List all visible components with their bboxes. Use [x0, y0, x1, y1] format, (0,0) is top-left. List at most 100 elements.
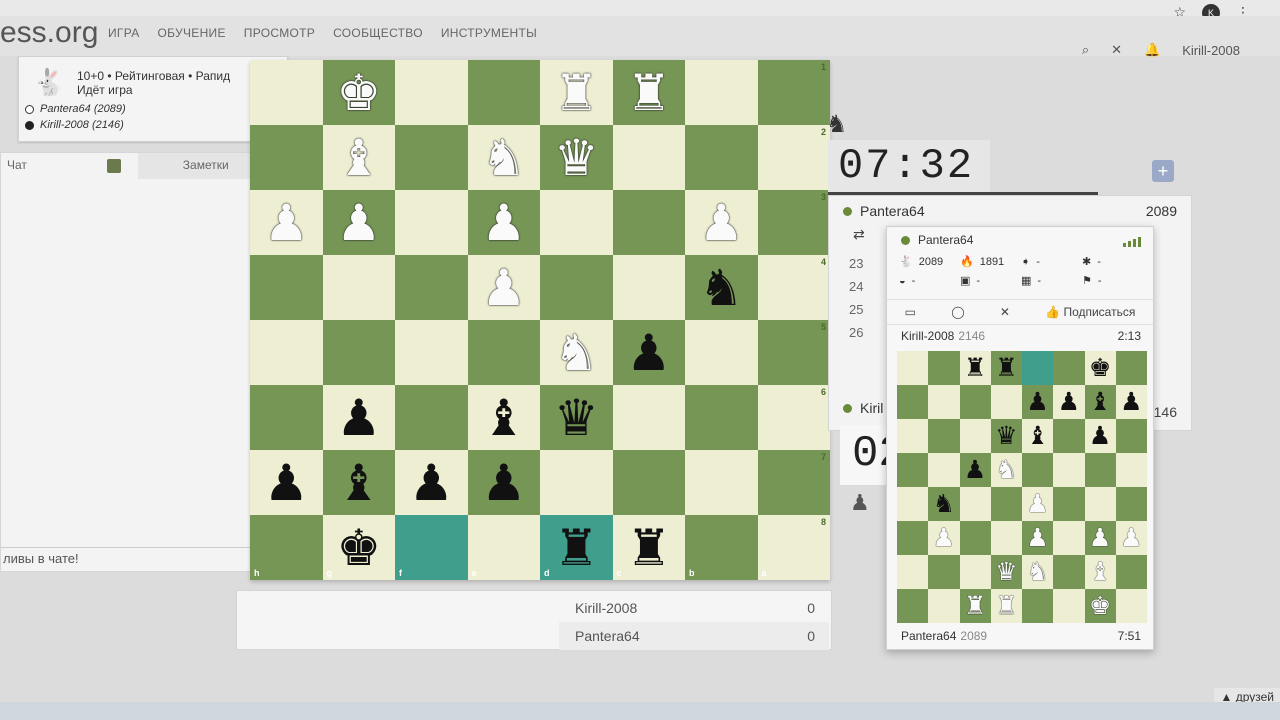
board-square[interactable]: [322, 255, 395, 320]
board-square[interactable]: ♛: [540, 125, 613, 190]
black-knight-icon[interactable]: ♞: [699, 263, 744, 313]
board-square[interactable]: ♚: [1084, 351, 1116, 385]
board-square[interactable]: [1115, 555, 1147, 589]
board-square[interactable]: [990, 385, 1022, 419]
board-square[interactable]: ♟: [322, 190, 395, 255]
nav-tools[interactable]: ИНСТРУМЕНТЫ: [441, 26, 537, 40]
board-square[interactable]: ♞: [990, 453, 1022, 487]
board-square[interactable]: ♟: [322, 385, 395, 450]
mini-board[interactable]: ♜ ♜ ♚ ♟ ♟ ♝ ♟ ♛ ♝ ♟ ♟ ♞ ♞ ♟ ♟ ♟ ♟ ♟ ♛ ♞ ♝ ♜ ♜ ♚: [897, 351, 1147, 623]
board-square[interactable]: [897, 453, 929, 487]
black-pawn-icon[interactable]: ♟: [336, 393, 381, 443]
white-knight-icon[interactable]: ♞: [995, 457, 1017, 483]
board-square[interactable]: [685, 450, 758, 515]
board-square[interactable]: ♞: [685, 255, 758, 320]
board-square[interactable]: [897, 419, 929, 453]
black-pawn-icon[interactable]: ♟: [1058, 389, 1080, 415]
board-square[interactable]: [1115, 487, 1147, 521]
board-square[interactable]: ♜: [959, 589, 991, 623]
board-square[interactable]: ♝: [467, 385, 540, 450]
board-square[interactable]: [685, 320, 758, 385]
board-square[interactable]: [612, 385, 685, 450]
black-bishop-icon[interactable]: ♝: [336, 458, 381, 508]
board-square[interactable]: [897, 589, 929, 623]
challenge-swords-icon[interactable]: ✕: [1000, 305, 1010, 319]
black-pawn-icon[interactable]: ♟: [409, 458, 454, 508]
board-square[interactable]: ♟: [467, 450, 540, 515]
board-square[interactable]: [540, 190, 613, 255]
board-square[interactable]: [897, 555, 929, 589]
white-rook-icon[interactable]: ♜: [964, 593, 986, 619]
white-bishop-icon[interactable]: ♝: [336, 133, 381, 183]
board-square[interactable]: ♟: [612, 320, 685, 385]
board-square[interactable]: [1053, 589, 1085, 623]
board-square[interactable]: ♞: [540, 320, 613, 385]
board-square[interactable]: [1022, 589, 1054, 623]
white-pawn-icon[interactable]: ♟: [481, 263, 526, 313]
board-square[interactable]: [322, 320, 395, 385]
board-square[interactable]: ♛: [990, 419, 1022, 453]
board-square[interactable]: [959, 487, 991, 521]
board-square[interactable]: ♚: [1084, 589, 1116, 623]
board-square[interactable]: [1053, 351, 1085, 385]
board-square[interactable]: ♟: [250, 190, 323, 255]
white-knight-icon[interactable]: ♞: [1026, 559, 1048, 585]
board-square[interactable]: ♜: [540, 60, 613, 125]
score-player-name[interactable]: Kirill-2008: [575, 600, 637, 616]
white-pawn-icon[interactable]: ♟: [481, 198, 526, 248]
board-square[interactable]: ♚ g: [322, 515, 395, 580]
board-square[interactable]: ♟: [1084, 521, 1116, 555]
board-square[interactable]: ♚: [322, 60, 395, 125]
board-square[interactable]: [897, 521, 929, 555]
board-square[interactable]: ♝: [322, 125, 395, 190]
add-time-button[interactable]: +: [1152, 160, 1174, 182]
score-player-name[interactable]: Pantera64: [575, 628, 640, 644]
board-square[interactable]: ♟: [1115, 385, 1147, 419]
board-square[interactable]: [1084, 453, 1116, 487]
search-icon[interactable]: ⌕: [1082, 42, 1089, 58]
board-square[interactable]: [685, 385, 758, 450]
board-square[interactable]: 3: [757, 190, 830, 255]
board-square[interactable]: f: [395, 515, 468, 580]
board-square[interactable]: [1053, 419, 1085, 453]
board-square[interactable]: [959, 555, 991, 589]
board-square[interactable]: [395, 385, 468, 450]
board-square[interactable]: [1115, 453, 1147, 487]
board-square[interactable]: 6: [757, 385, 830, 450]
board-square[interactable]: [990, 521, 1022, 555]
black-bishop-icon[interactable]: ♝: [1089, 389, 1111, 415]
black-rook-icon[interactable]: ♜: [554, 523, 599, 573]
card-bottom-player-info[interactable]: Pantera64 2089: [901, 629, 987, 643]
black-pawn-icon[interactable]: ♟: [1026, 389, 1048, 415]
board-square[interactable]: ♟: [685, 190, 758, 255]
board-square[interactable]: ♞: [928, 487, 960, 521]
white-pawn-icon[interactable]: ♟: [1120, 525, 1142, 551]
board-square[interactable]: [1053, 521, 1085, 555]
board-square[interactable]: ♜: [990, 351, 1022, 385]
board-square[interactable]: [990, 487, 1022, 521]
chess-board[interactable]: ♚ ♜ ♜ 1 ♝ ♞ ♛ 2 ♟ ♟ ♟ ♟ 3 ♟ ♞ 4 ♞ ♟ 5 ♟ ♝ ♛ 6 ♟ ♝ ♟ ♟ 7 h ♚ g f e ♜ d ♜ c b 8 a: [250, 60, 830, 580]
board-square[interactable]: [467, 60, 540, 125]
white-knight-icon[interactable]: ♞: [554, 328, 599, 378]
black-king-icon[interactable]: ♚: [1089, 355, 1111, 381]
board-square[interactable]: [1084, 487, 1116, 521]
board-square[interactable]: [540, 450, 613, 515]
nav-watch[interactable]: ПРОСМОТР: [244, 26, 315, 40]
board-square[interactable]: 8a: [757, 515, 830, 580]
board-square[interactable]: [395, 125, 468, 190]
black-rook-icon[interactable]: ♜: [964, 355, 986, 381]
message-icon[interactable]: ◯: [951, 305, 964, 319]
board-square[interactable]: [612, 125, 685, 190]
board-square[interactable]: [928, 453, 960, 487]
board-square[interactable]: [612, 255, 685, 320]
board-square[interactable]: e: [467, 515, 540, 580]
board-square[interactable]: [612, 450, 685, 515]
black-bishop-icon[interactable]: ♝: [1026, 423, 1048, 449]
board-square[interactable]: [959, 419, 991, 453]
board-square[interactable]: [685, 125, 758, 190]
white-rook-icon[interactable]: ♜: [554, 68, 599, 118]
board-square[interactable]: [540, 255, 613, 320]
board-square[interactable]: ♛: [990, 555, 1022, 589]
board-square[interactable]: 2: [757, 125, 830, 190]
white-pawn-icon[interactable]: ♟: [1089, 525, 1111, 551]
